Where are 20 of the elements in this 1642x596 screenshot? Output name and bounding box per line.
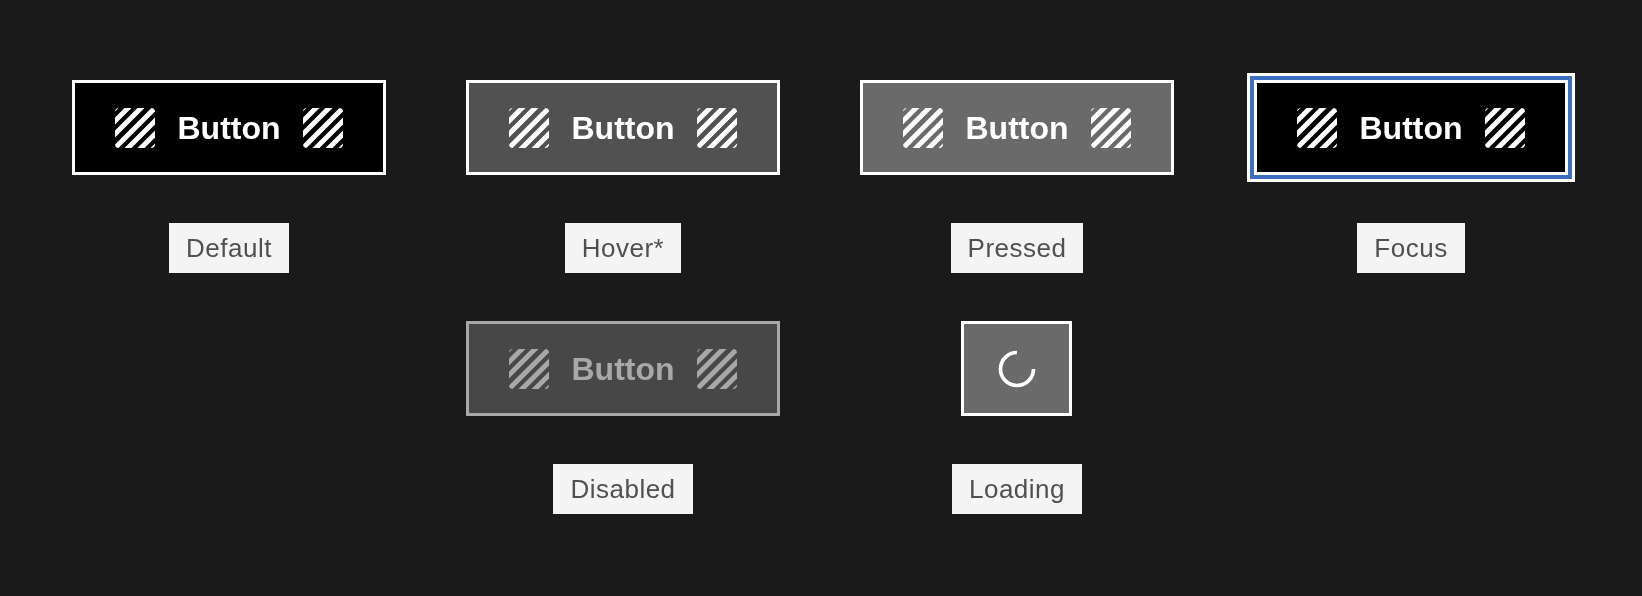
hatch-icon xyxy=(115,107,156,148)
hatch-icon xyxy=(1297,107,1338,148)
button[interactable]: Button xyxy=(860,80,1174,175)
button[interactable]: Button xyxy=(466,80,780,175)
hatch-icon xyxy=(696,107,737,148)
state-label: Pressed xyxy=(950,223,1084,273)
state-label: Loading xyxy=(951,464,1082,514)
hatch-icon xyxy=(1090,107,1131,148)
loading-button[interactable] xyxy=(961,321,1073,416)
state-label: Focus xyxy=(1357,223,1465,273)
hatch-icon xyxy=(1484,107,1525,148)
state-label: Default xyxy=(169,223,289,273)
hatch-icon xyxy=(509,348,550,389)
hatch-icon xyxy=(302,107,343,148)
button[interactable]: Button xyxy=(72,80,386,175)
hatch-icon xyxy=(509,107,550,148)
hatch-icon xyxy=(903,107,944,148)
state-label: Disabled xyxy=(553,464,693,514)
state-label: Hover* xyxy=(564,223,682,273)
hatch-icon xyxy=(696,348,737,389)
